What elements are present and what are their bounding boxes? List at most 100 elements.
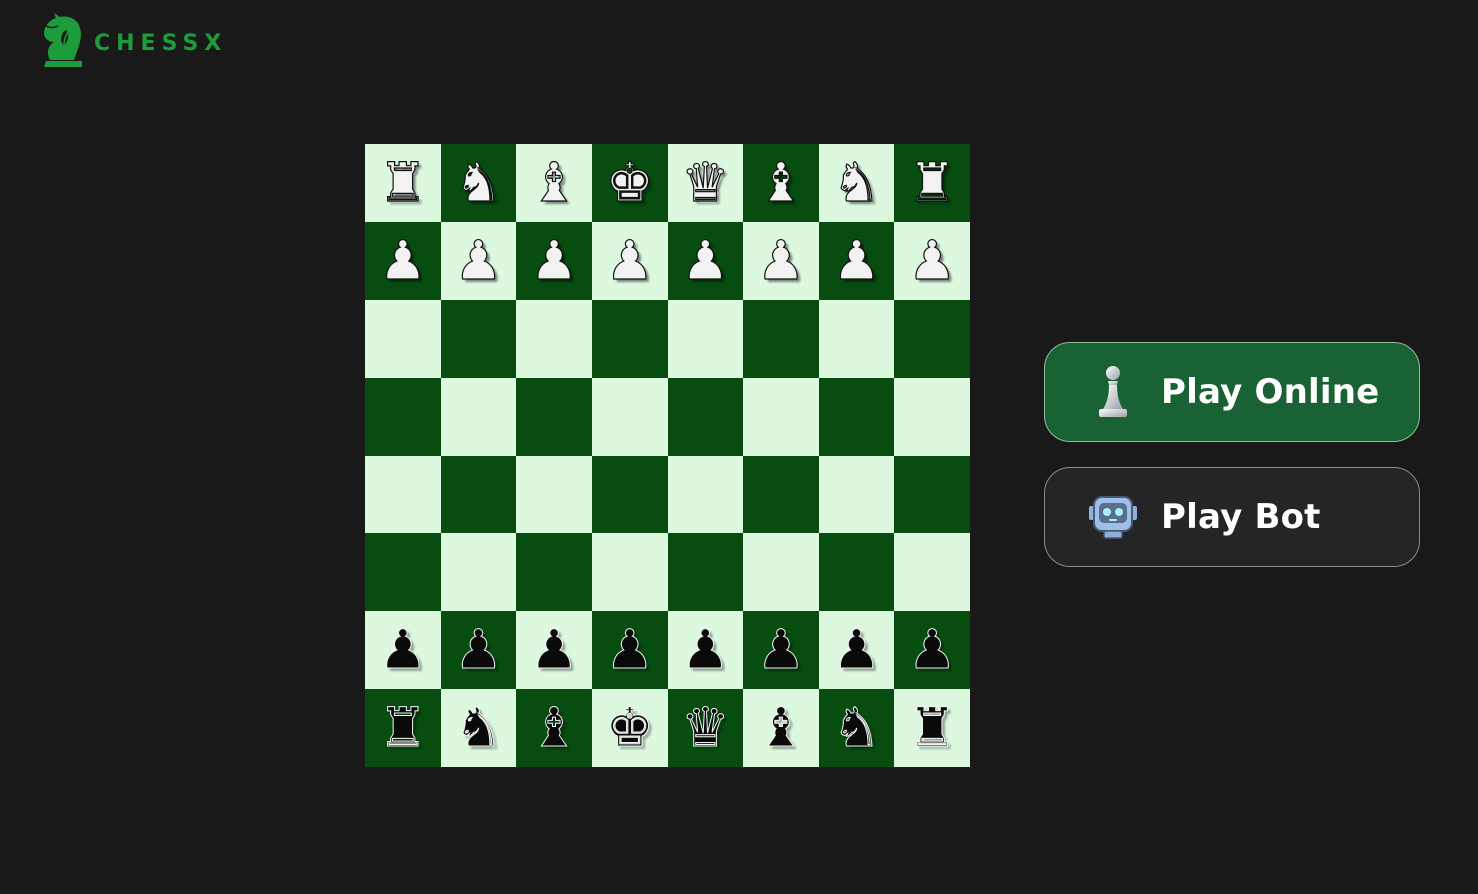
white-piece[interactable]: ♟ [907,233,957,288]
white-piece[interactable]: ♝ [756,155,806,210]
board-square-b8[interactable]: ♞ [440,144,517,222]
board-square-e7[interactable]: ♟ [667,221,744,300]
board-square-e8[interactable]: ♛ [667,144,744,222]
white-piece[interactable]: ♜ [378,155,428,210]
board-square-g6[interactable] [818,299,895,378]
board-square-g5[interactable] [818,377,895,456]
play-bot-button[interactable]: Play Bot [1044,467,1420,567]
board-square-c2[interactable]: ♟ [516,611,592,690]
board-square-h1[interactable]: ♜ [894,689,970,767]
board-square-h7[interactable]: ♟ [894,221,970,300]
board-square-b3[interactable] [440,533,517,612]
brand-logo[interactable]: CHESSX [40,12,227,70]
board-square-f3[interactable] [743,533,819,612]
board-square-a1[interactable]: ♜ [365,689,441,767]
board-square-a6[interactable] [365,299,441,378]
board-square-a8[interactable]: ♜ [365,144,441,222]
board-square-e6[interactable] [667,299,744,378]
white-piece[interactable]: ♟ [832,233,882,288]
board-square-d2[interactable]: ♟ [591,611,668,690]
white-piece[interactable]: ♝ [529,155,579,210]
board-square-h4[interactable] [894,455,970,534]
black-piece[interactable]: ♟ [378,622,427,677]
white-piece[interactable]: ♞ [832,155,882,210]
white-piece[interactable]: ♟ [756,233,806,288]
board-square-c1[interactable]: ♝ [516,689,592,767]
board-square-h3[interactable] [894,533,970,612]
white-piece[interactable]: ♟ [529,233,579,288]
board-square-f2[interactable]: ♟ [743,611,819,690]
black-piece[interactable]: ♟ [832,622,881,677]
board-square-a3[interactable] [365,533,441,612]
board-square-c4[interactable] [516,455,592,534]
black-piece[interactable]: ♞ [832,700,881,755]
board-square-d4[interactable] [591,455,668,534]
black-piece[interactable]: ♝ [756,700,805,755]
board-square-c8[interactable]: ♝ [516,144,592,222]
board-square-h6[interactable] [894,299,970,378]
board-square-c6[interactable] [516,299,592,378]
white-piece[interactable]: ♚ [605,155,655,210]
board-square-h2[interactable]: ♟ [894,611,970,690]
board-square-f4[interactable] [743,455,819,534]
board-square-e3[interactable] [667,533,744,612]
black-piece[interactable]: ♜ [378,700,427,755]
black-piece[interactable]: ♟ [605,622,654,677]
board-square-b5[interactable] [440,377,517,456]
board-square-g7[interactable]: ♟ [818,221,895,300]
black-piece[interactable]: ♜ [907,700,956,755]
board-square-f8[interactable]: ♝ [743,144,819,222]
board-square-f5[interactable] [743,377,819,456]
white-piece[interactable]: ♞ [454,155,504,210]
board-square-e2[interactable]: ♟ [667,611,744,690]
board-square-c7[interactable]: ♟ [516,221,592,300]
board-square-f7[interactable]: ♟ [743,221,819,300]
white-piece[interactable]: ♟ [454,233,504,288]
board-square-e4[interactable] [667,455,744,534]
play-online-button[interactable]: Play Online [1044,342,1420,442]
black-piece[interactable]: ♟ [454,622,503,677]
board-square-c5[interactable] [516,377,592,456]
black-piece[interactable]: ♚ [605,700,654,755]
board-square-h5[interactable] [894,377,970,456]
board-square-g1[interactable]: ♞ [818,689,895,767]
black-piece[interactable]: ♟ [529,622,578,677]
board-square-b2[interactable]: ♟ [440,611,517,690]
black-piece[interactable]: ♞ [454,700,503,755]
board-square-e5[interactable] [667,377,744,456]
board-square-e1[interactable]: ♛ [667,689,744,767]
white-piece[interactable]: ♟ [680,233,730,288]
board-square-b1[interactable]: ♞ [440,689,517,767]
board-square-d1[interactable]: ♚ [591,689,668,767]
board-square-b7[interactable]: ♟ [440,221,517,300]
black-piece[interactable]: ♟ [756,622,805,677]
white-piece[interactable]: ♟ [378,233,428,288]
board-square-a5[interactable] [365,377,441,456]
black-piece[interactable]: ♝ [529,700,578,755]
chess-board[interactable]: ♜ ♞ ♝ ♚ ♛ ♝ ♞ ♜ ♟ ♟ ♟ ♟ ♟ ♟ ♟ ♟ ♟ ♟ ♟ ♟ ♟ ♟ ♟ ♟ ♜ ♞ ♝ ♚ ♛ ♝ ♞ ♜ [365,144,970,767]
black-piece[interactable]: ♟ [907,622,956,677]
white-piece[interactable]: ♜ [907,155,957,210]
board-square-b6[interactable] [440,299,517,378]
board-square-f1[interactable]: ♝ [743,689,819,767]
white-piece[interactable]: ♛ [680,155,730,210]
board-square-d8[interactable]: ♚ [591,144,668,222]
board-square-d3[interactable] [591,533,668,612]
board-square-b4[interactable] [440,455,517,534]
board-square-a2[interactable]: ♟ [365,611,441,690]
board-square-d5[interactable] [591,377,668,456]
board-square-f6[interactable] [743,299,819,378]
board-square-d6[interactable] [591,299,668,378]
board-square-g8[interactable]: ♞ [818,144,895,222]
board-square-h8[interactable]: ♜ [894,144,970,222]
board-square-a7[interactable]: ♟ [365,221,441,300]
board-square-g4[interactable] [818,455,895,534]
black-piece[interactable]: ♟ [681,622,730,677]
board-square-d7[interactable]: ♟ [591,221,668,300]
white-piece[interactable]: ♟ [605,233,655,288]
board-square-c3[interactable] [516,533,592,612]
board-square-a4[interactable] [365,455,441,534]
board-square-g2[interactable]: ♟ [818,611,895,690]
board-square-g3[interactable] [818,533,895,612]
black-piece[interactable]: ♛ [681,700,730,755]
